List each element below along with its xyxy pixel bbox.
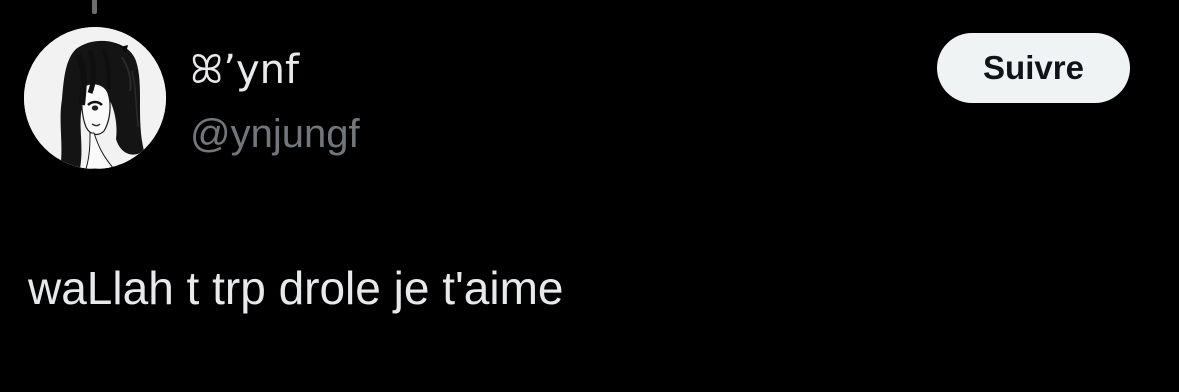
manga-girl-avatar-icon [24, 27, 166, 169]
avatar[interactable] [24, 27, 166, 169]
tweet-text: waLlah t trp drole je t'aime [28, 262, 564, 314]
tweet-card: ꕤ’ynf @ynjungf Suivre waLlah t trp drole… [0, 0, 1179, 392]
follow-button[interactable]: Suivre [937, 33, 1130, 103]
author-handle[interactable]: @ynjungf [190, 108, 360, 160]
author-display-name[interactable]: ꕤ’ynf [190, 44, 299, 96]
thread-connector [92, 0, 97, 14]
